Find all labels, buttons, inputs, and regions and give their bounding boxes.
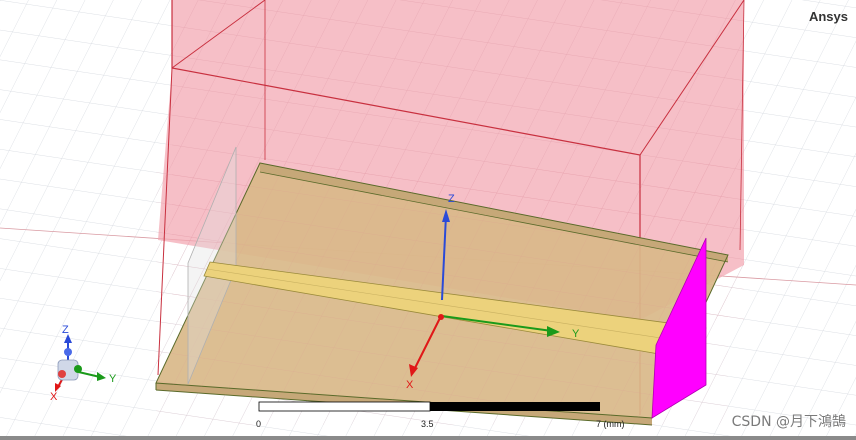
z-axis-label: Z (448, 193, 455, 205)
scale-label-0: 0 (256, 419, 262, 429)
triad-z-label: Z (62, 324, 69, 336)
scale-label-max: 7 (mm) (596, 419, 625, 429)
ansys-brand-label: Ansys (808, 9, 848, 24)
triad-x-label: X (50, 391, 58, 403)
scale-bar-white-segment (258, 401, 431, 412)
viewport-bottom-border (0, 436, 856, 440)
watermark-text: CSDN @月下鴻鵠 (731, 414, 846, 430)
origin-point (438, 314, 444, 320)
scale-label-mid: 3.5 (421, 419, 434, 429)
scale-bar (258, 401, 600, 412)
triad-y-label: Y (109, 373, 117, 385)
3d-scene[interactable]: Z Y X Z Y X (0, 0, 856, 440)
modeler-3d-viewport[interactable]: Z Y X Z Y X Ansys 0 3.5 7 (mm) CSDN @月下鴻… (0, 0, 856, 440)
scale-bar-black-segment (430, 402, 600, 411)
x-axis-label: X (406, 379, 414, 391)
y-axis-label: Y (572, 328, 580, 340)
